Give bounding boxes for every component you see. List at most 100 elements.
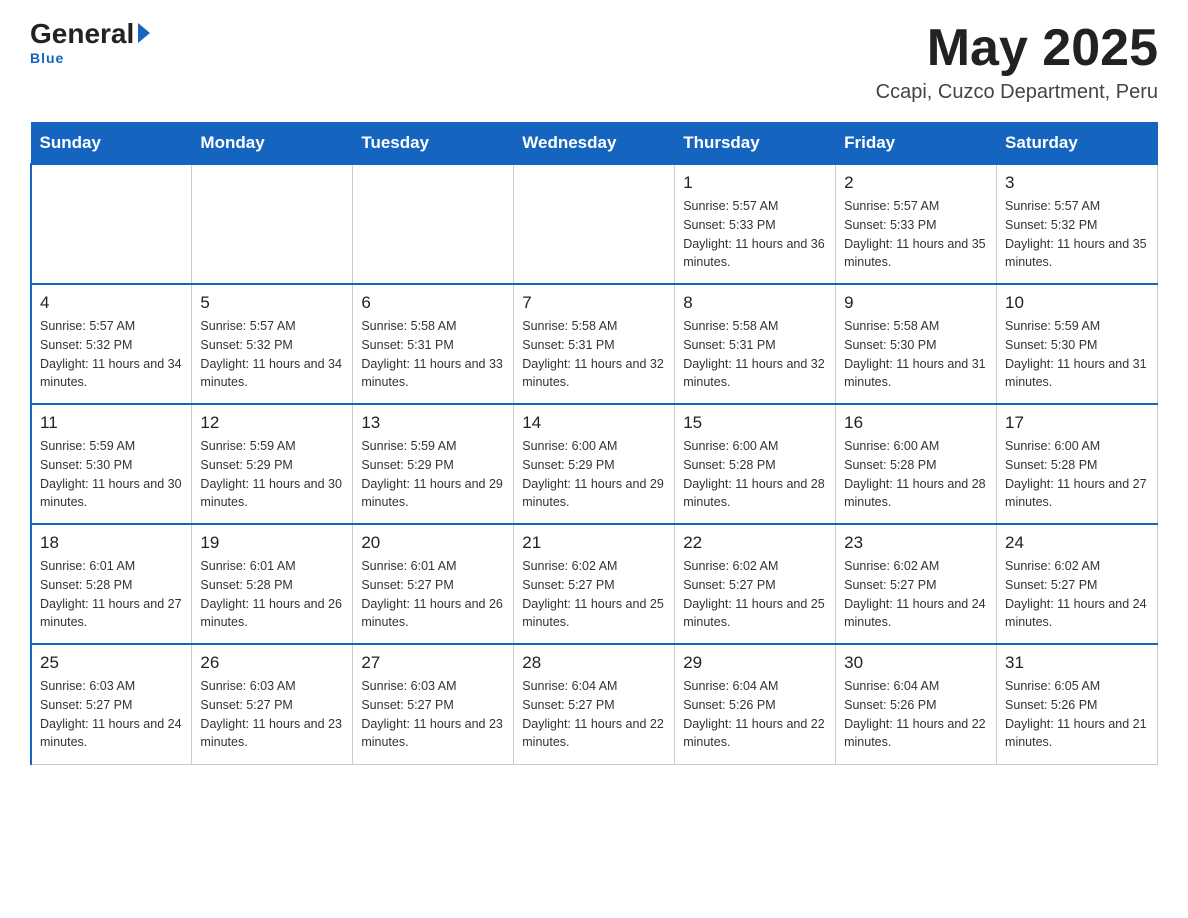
day-number: 12 <box>200 413 344 433</box>
calendar-cell: 21 Sunrise: 6:02 AMSunset: 5:27 PMDayligh… <box>514 524 675 644</box>
day-number: 30 <box>844 653 988 673</box>
day-info: Sunrise: 6:00 AMSunset: 5:29 PMDaylight:… <box>522 437 666 512</box>
calendar-week-row: 1 Sunrise: 5:57 AMSunset: 5:33 PMDaylight… <box>31 164 1158 284</box>
page-header: General Blue May 2025 Ccapi, Cuzco Depar… <box>30 20 1158 104</box>
day-number: 9 <box>844 293 988 313</box>
day-info: Sunrise: 6:04 AMSunset: 5:26 PMDaylight:… <box>844 677 988 752</box>
calendar-cell: 4 Sunrise: 5:57 AMSunset: 5:32 PMDaylight… <box>31 284 192 404</box>
day-number: 29 <box>683 653 827 673</box>
calendar-cell: 22 Sunrise: 6:02 AMSunset: 5:27 PMDayligh… <box>675 524 836 644</box>
day-info: Sunrise: 6:00 AMSunset: 5:28 PMDaylight:… <box>1005 437 1149 512</box>
day-number: 17 <box>1005 413 1149 433</box>
calendar-cell: 16Sunrise: 6:00 AMSunset: 5:28 PMDayligh… <box>836 404 997 524</box>
day-info: Sunrise: 5:57 AMSunset: 5:33 PMDaylight:… <box>683 197 827 272</box>
day-info: Sunrise: 6:03 AMSunset: 5:27 PMDaylight:… <box>361 677 505 752</box>
day-info: Sunrise: 5:59 AMSunset: 5:30 PMDaylight:… <box>40 437 183 512</box>
day-header-tuesday: Tuesday <box>353 123 514 165</box>
day-info: Sunrise: 5:57 AMSunset: 5:32 PMDaylight:… <box>200 317 344 392</box>
day-info: Sunrise: 6:03 AMSunset: 5:27 PMDaylight:… <box>40 677 183 752</box>
calendar-cell: 17 Sunrise: 6:00 AMSunset: 5:28 PMDayligh… <box>997 404 1158 524</box>
day-header-friday: Friday <box>836 123 997 165</box>
day-number: 3 <box>1005 173 1149 193</box>
day-number: 22 <box>683 533 827 553</box>
days-of-week-row: SundayMondayTuesdayWednesdayThursdayFrid… <box>31 123 1158 165</box>
calendar-cell <box>192 164 353 284</box>
day-number: 2 <box>844 173 988 193</box>
day-info: Sunrise: 6:01 AMSunset: 5:27 PMDaylight:… <box>361 557 505 632</box>
calendar-cell: 2 Sunrise: 5:57 AMSunset: 5:33 PMDaylight… <box>836 164 997 284</box>
day-header-saturday: Saturday <box>997 123 1158 165</box>
day-number: 1 <box>683 173 827 193</box>
title-area: May 2025 Ccapi, Cuzco Department, Peru <box>876 20 1158 104</box>
calendar-cell <box>353 164 514 284</box>
calendar-cell <box>31 164 192 284</box>
day-number: 28 <box>522 653 666 673</box>
day-info: Sunrise: 6:02 AMSunset: 5:27 PMDaylight:… <box>844 557 988 632</box>
day-info: Sunrise: 5:57 AMSunset: 5:32 PMDaylight:… <box>40 317 183 392</box>
calendar-cell: 13Sunrise: 5:59 AMSunset: 5:29 PMDayligh… <box>353 404 514 524</box>
calendar-week-row: 4 Sunrise: 5:57 AMSunset: 5:32 PMDaylight… <box>31 284 1158 404</box>
calendar-cell: 6 Sunrise: 5:58 AMSunset: 5:31 PMDaylight… <box>353 284 514 404</box>
day-info: Sunrise: 6:05 AMSunset: 5:26 PMDaylight:… <box>1005 677 1149 752</box>
day-info: Sunrise: 5:58 AMSunset: 5:31 PMDaylight:… <box>683 317 827 392</box>
location-title: Ccapi, Cuzco Department, Peru <box>876 81 1158 104</box>
day-header-sunday: Sunday <box>31 123 192 165</box>
day-number: 8 <box>683 293 827 313</box>
logo-blue-text: Blue <box>30 50 64 66</box>
calendar-cell: 12 Sunrise: 5:59 AMSunset: 5:29 PMDayligh… <box>192 404 353 524</box>
calendar-cell: 11 Sunrise: 5:59 AMSunset: 5:30 PMDayligh… <box>31 404 192 524</box>
day-number: 23 <box>844 533 988 553</box>
calendar-cell: 10Sunrise: 5:59 AMSunset: 5:30 PMDayligh… <box>997 284 1158 404</box>
day-info: Sunrise: 5:58 AMSunset: 5:30 PMDaylight:… <box>844 317 988 392</box>
calendar-cell: 29 Sunrise: 6:04 AMSunset: 5:26 PMDayligh… <box>675 644 836 764</box>
day-header-thursday: Thursday <box>675 123 836 165</box>
calendar-cell <box>514 164 675 284</box>
day-info: Sunrise: 6:02 AMSunset: 5:27 PMDaylight:… <box>683 557 827 632</box>
calendar-cell: 26 Sunrise: 6:03 AMSunset: 5:27 PMDayligh… <box>192 644 353 764</box>
calendar-cell: 9 Sunrise: 5:58 AMSunset: 5:30 PMDaylight… <box>836 284 997 404</box>
day-header-monday: Monday <box>192 123 353 165</box>
day-number: 31 <box>1005 653 1149 673</box>
calendar-cell: 14Sunrise: 6:00 AMSunset: 5:29 PMDayligh… <box>514 404 675 524</box>
day-info: Sunrise: 6:01 AMSunset: 5:28 PMDaylight:… <box>200 557 344 632</box>
day-info: Sunrise: 6:04 AMSunset: 5:27 PMDaylight:… <box>522 677 666 752</box>
calendar-cell: 3Sunrise: 5:57 AMSunset: 5:32 PMDaylight… <box>997 164 1158 284</box>
logo-general-text: General <box>30 20 134 48</box>
day-number: 26 <box>200 653 344 673</box>
day-number: 4 <box>40 293 183 313</box>
calendar-cell: 31 Sunrise: 6:05 AMSunset: 5:26 PMDayligh… <box>997 644 1158 764</box>
day-info: Sunrise: 6:02 AMSunset: 5:27 PMDaylight:… <box>1005 557 1149 632</box>
day-number: 11 <box>40 413 183 433</box>
day-info: Sunrise: 5:59 AMSunset: 5:29 PMDaylight:… <box>200 437 344 512</box>
logo-triangle-icon <box>138 23 150 43</box>
day-info: Sunrise: 6:02 AMSunset: 5:27 PMDaylight:… <box>522 557 666 632</box>
day-info: Sunrise: 6:04 AMSunset: 5:26 PMDaylight:… <box>683 677 827 752</box>
calendar-cell: 27 Sunrise: 6:03 AMSunset: 5:27 PMDayligh… <box>353 644 514 764</box>
calendar-week-row: 18 Sunrise: 6:01 AMSunset: 5:28 PMDayligh… <box>31 524 1158 644</box>
day-info: Sunrise: 5:59 AMSunset: 5:30 PMDaylight:… <box>1005 317 1149 392</box>
calendar-cell: 15Sunrise: 6:00 AMSunset: 5:28 PMDayligh… <box>675 404 836 524</box>
day-number: 16 <box>844 413 988 433</box>
month-title: May 2025 <box>876 20 1158 77</box>
day-number: 20 <box>361 533 505 553</box>
day-number: 21 <box>522 533 666 553</box>
calendar-cell: 24Sunrise: 6:02 AMSunset: 5:27 PMDayligh… <box>997 524 1158 644</box>
day-number: 6 <box>361 293 505 313</box>
calendar-cell: 18 Sunrise: 6:01 AMSunset: 5:28 PMDayligh… <box>31 524 192 644</box>
day-number: 7 <box>522 293 666 313</box>
calendar-week-row: 11 Sunrise: 5:59 AMSunset: 5:30 PMDayligh… <box>31 404 1158 524</box>
calendar-cell: 25 Sunrise: 6:03 AMSunset: 5:27 PMDayligh… <box>31 644 192 764</box>
day-info: Sunrise: 5:58 AMSunset: 5:31 PMDaylight:… <box>361 317 505 392</box>
calendar-cell: 30 Sunrise: 6:04 AMSunset: 5:26 PMDayligh… <box>836 644 997 764</box>
day-info: Sunrise: 5:57 AMSunset: 5:33 PMDaylight:… <box>844 197 988 272</box>
day-number: 18 <box>40 533 183 553</box>
day-number: 25 <box>40 653 183 673</box>
calendar-cell: 5Sunrise: 5:57 AMSunset: 5:32 PMDaylight… <box>192 284 353 404</box>
day-info: Sunrise: 6:00 AMSunset: 5:28 PMDaylight:… <box>683 437 827 512</box>
calendar-body: 1 Sunrise: 5:57 AMSunset: 5:33 PMDaylight… <box>31 164 1158 764</box>
calendar-cell: 19Sunrise: 6:01 AMSunset: 5:28 PMDayligh… <box>192 524 353 644</box>
day-info: Sunrise: 6:01 AMSunset: 5:28 PMDaylight:… <box>40 557 183 632</box>
day-header-wednesday: Wednesday <box>514 123 675 165</box>
day-info: Sunrise: 6:03 AMSunset: 5:27 PMDaylight:… <box>200 677 344 752</box>
day-number: 27 <box>361 653 505 673</box>
